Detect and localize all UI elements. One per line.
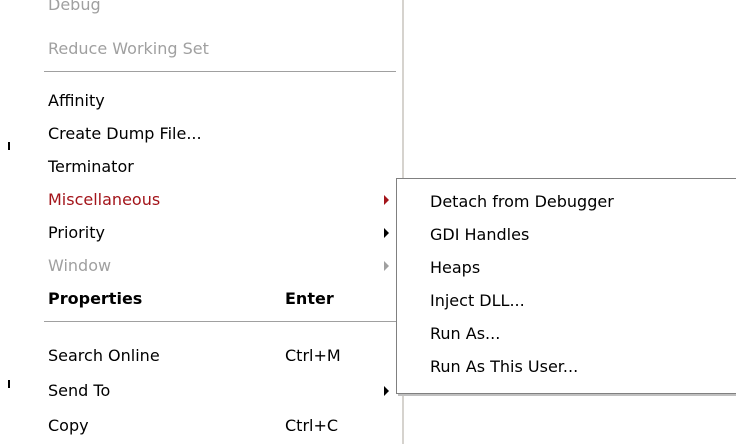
submenu-item-detach-from-debugger[interactable]: Detach from Debugger <box>430 185 614 218</box>
context-menu: Debug Reduce Working Set Affinity Create… <box>14 0 404 444</box>
chevron-right-icon <box>384 228 389 238</box>
menu-item-affinity[interactable]: Affinity <box>14 84 402 117</box>
menu-item-create-dump-file[interactable]: Create Dump File... <box>14 117 402 150</box>
menu-item-shortcut: Ctrl+C <box>285 416 339 435</box>
menu-item-reduce-working-set: Reduce Working Set <box>14 32 402 65</box>
menu-item-label: Miscellaneous <box>48 190 161 209</box>
edge-tick <box>8 380 10 388</box>
chevron-right-icon <box>384 261 389 271</box>
edge-tick <box>8 142 10 150</box>
menu-item-window: Window <box>14 249 402 282</box>
menu-item-label: Send To <box>48 381 111 400</box>
menu-item-send-to[interactable]: Send To <box>14 374 402 407</box>
menu-item-properties[interactable]: Properties Enter <box>14 282 402 315</box>
left-window-edge <box>0 0 14 444</box>
submenu-item-gdi-handles[interactable]: GDI Handles <box>430 218 529 251</box>
menu-separator <box>44 321 396 323</box>
menu-separator <box>44 71 396 73</box>
menu-item-label: Search Online <box>48 346 160 365</box>
submenu-item-inject-dll[interactable]: Inject DLL... <box>430 284 525 317</box>
menu-item-label: Priority <box>48 223 105 242</box>
menu-item-label: Properties <box>48 289 143 308</box>
menu-item-search-online[interactable]: Search Online Ctrl+M <box>14 339 402 372</box>
menu-item-shortcut: Ctrl+M <box>285 346 341 365</box>
menu-item-label: Affinity <box>48 91 105 110</box>
submenu-item-run-as-this-user[interactable]: Run As This User... <box>430 350 578 383</box>
menu-item-label: Terminator <box>48 157 134 176</box>
chevron-right-icon <box>384 386 389 396</box>
menu-item-label: Create Dump File... <box>48 124 202 143</box>
submenu-item-heaps[interactable]: Heaps <box>430 251 480 284</box>
menu-item-copy[interactable]: Copy Ctrl+C <box>14 409 402 442</box>
submenu-item-run-as[interactable]: Run As... <box>430 317 500 350</box>
menu-item-miscellaneous[interactable]: Miscellaneous <box>14 183 402 216</box>
menu-item-priority[interactable]: Priority <box>14 216 402 249</box>
chevron-right-icon <box>384 195 389 205</box>
miscellaneous-submenu: Detach from Debugger GDI Handles Heaps I… <box>396 178 736 394</box>
menu-item-label: Window <box>48 256 112 275</box>
menu-item-terminator[interactable]: Terminator <box>14 150 402 183</box>
menu-item-label: Debug <box>48 0 101 14</box>
menu-item-shortcut: Enter <box>285 289 334 308</box>
menu-item-label: Reduce Working Set <box>48 39 209 58</box>
menu-item-debug: Debug <box>14 0 402 33</box>
menu-item-label: Copy <box>48 416 89 435</box>
